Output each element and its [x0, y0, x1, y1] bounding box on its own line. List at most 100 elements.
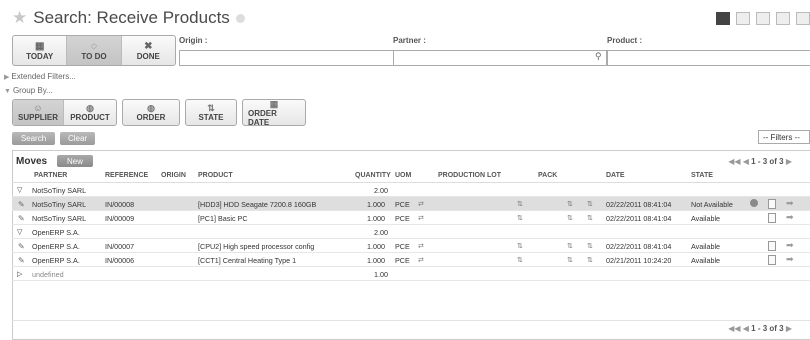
group-partner: undefined — [32, 270, 64, 279]
extended-filters-toggle[interactable]: ▶ Extended Filters... — [4, 72, 76, 81]
row-uom: PCE — [395, 256, 410, 265]
calendar-view-icon[interactable] — [776, 12, 790, 25]
pager-first-icon[interactable]: ◀◀ — [728, 157, 740, 166]
pack-split-icon[interactable]: ⇅ — [587, 200, 593, 208]
process-arrow-icon[interactable]: ➡ — [786, 254, 794, 265]
col-origin[interactable]: ORIGIN — [161, 172, 186, 179]
split-lot-icon[interactable]: ⇅ — [517, 256, 523, 264]
group-order-button[interactable]: ◍ ORDER — [123, 100, 179, 125]
uom-change-icon[interactable]: ⇄ — [418, 242, 424, 250]
group-partner: NotSoTiny SARL — [32, 186, 87, 195]
group-by-bar: ☺ SUPPLIER ◍ PRODUCT ◍ ORDER ⇅ STATE ▦ O… — [12, 99, 306, 126]
col-partner[interactable]: PARTNER — [34, 172, 67, 179]
filter-done-label: DONE — [136, 51, 160, 61]
clear-button[interactable]: Clear — [60, 132, 95, 145]
group-partner: OpenERP S.A. — [32, 228, 80, 237]
table-row[interactable]: ✎ NotSoTiny SARL IN/00008 [HDD3] HDD Sea… — [12, 197, 810, 211]
pack-icon[interactable]: ⇅ — [567, 200, 573, 208]
pager-bottom: ◀◀ ◀ 1 - 3 of 3 ▶ — [728, 324, 792, 333]
user-icon: ☺ — [33, 103, 43, 113]
row-state: Available — [691, 256, 721, 265]
row-state: Not Available — [691, 200, 733, 209]
pager-top: ◀◀ ◀ 1 - 3 of 3 ▶ — [728, 157, 792, 166]
document-icon[interactable] — [768, 213, 776, 225]
edit-icon[interactable]: ✎ — [18, 242, 25, 251]
process-arrow-icon[interactable]: ➡ — [786, 240, 794, 251]
calendar-icon: ▦ — [34, 40, 45, 52]
pager-first-icon[interactable]: ◀◀ — [728, 324, 740, 333]
edit-icon[interactable]: ✎ — [18, 256, 25, 265]
pager-prev-icon[interactable]: ◀ — [743, 157, 749, 166]
col-state[interactable]: STATE — [691, 172, 713, 179]
col-product[interactable]: PRODUCT — [198, 172, 233, 179]
col-pack[interactable]: PACK — [538, 172, 557, 179]
col-uom[interactable]: UOM — [395, 172, 411, 179]
edit-icon[interactable]: ✎ — [18, 214, 25, 223]
gantt-view-icon[interactable] — [796, 12, 810, 25]
col-reference[interactable]: REFERENCE — [105, 172, 148, 179]
split-lot-icon[interactable]: ⇅ — [517, 200, 523, 208]
page-title: ★ Search: Receive Products — [12, 8, 245, 28]
list-header: PARTNER REFERENCE ORIGIN PRODUCT QUANTIT… — [12, 171, 810, 183]
table-row[interactable]: ✎ NotSoTiny SARL IN/00009 [PC1] Basic PC… — [12, 211, 810, 225]
document-icon[interactable] — [768, 241, 776, 253]
partner-input[interactable] — [393, 50, 607, 66]
filter-done-button[interactable]: ✖ DONE — [122, 36, 175, 65]
process-arrow-icon[interactable]: ➡ — [786, 212, 794, 223]
filter-todo-label: TO DO — [81, 51, 107, 61]
document-icon[interactable] — [768, 199, 776, 211]
pack-split-icon[interactable]: ⇅ — [587, 256, 593, 264]
product-input[interactable] — [607, 50, 810, 66]
col-production-lot[interactable]: PRODUCTION LOT — [438, 172, 501, 179]
uom-change-icon[interactable]: ⇄ — [418, 214, 424, 222]
document-icon[interactable] — [768, 255, 776, 267]
filter-todo-button[interactable]: ◌ TO DO — [67, 36, 122, 65]
group-by-label: Group By... — [12, 86, 53, 95]
group-supplier-button[interactable]: ☺ SUPPLIER — [13, 100, 64, 125]
filter-today-button[interactable]: ▦ TODAY — [13, 36, 68, 65]
new-button[interactable]: New — [57, 155, 93, 167]
origin-input[interactable] — [179, 50, 394, 66]
pack-split-icon[interactable]: ⇅ — [587, 242, 593, 250]
pager-next-icon[interactable]: ▶ — [786, 324, 792, 333]
group-order-wrap: ◍ ORDER — [122, 99, 180, 126]
pack-icon[interactable]: ⇅ — [567, 242, 573, 250]
split-lot-icon[interactable]: ⇅ — [517, 214, 523, 222]
group-state-button[interactable]: ⇅ STATE — [186, 100, 236, 125]
col-quantity[interactable]: QUANTITY — [355, 172, 391, 179]
pack-icon[interactable]: ⇅ — [567, 256, 573, 264]
graph-view-icon[interactable] — [756, 12, 770, 25]
split-lot-icon[interactable]: ⇅ — [517, 242, 523, 250]
help-icon[interactable] — [235, 14, 245, 24]
calendar-icon: ▦ — [269, 99, 279, 109]
uom-change-icon[interactable]: ⇄ — [418, 256, 424, 264]
filters-select[interactable]: -- Filters -- — [758, 130, 810, 144]
group-row[interactable]: ▷ undefined 1.00 — [12, 267, 810, 281]
process-arrow-icon[interactable]: ➡ — [786, 198, 794, 209]
row-partner: NotSoTiny SARL — [32, 214, 87, 223]
group-order-date-button[interactable]: ▦ ORDER DATE — [243, 100, 305, 125]
expand-down-icon: ▼ — [4, 88, 11, 95]
search-icon[interactable]: ⚲ — [595, 51, 602, 62]
pager-next-icon[interactable]: ▶ — [786, 157, 792, 166]
collapse-icon: ▽ — [17, 229, 23, 236]
group-row[interactable]: ▽ NotSoTiny SARL 2.00 — [12, 183, 810, 197]
uom-change-icon[interactable]: ⇄ — [418, 200, 424, 208]
table-row[interactable]: ✎ OpenERP S.A. IN/00006 [CCT1] Central H… — [12, 253, 810, 267]
group-by-toggle[interactable]: ▼ Group By... — [4, 86, 53, 95]
row-uom: PCE — [395, 200, 410, 209]
list-footer-divider — [12, 320, 810, 321]
list-view-icon[interactable] — [716, 12, 730, 25]
pack-split-icon[interactable]: ⇅ — [587, 214, 593, 222]
form-view-icon[interactable] — [736, 12, 750, 25]
pager-prev-icon[interactable]: ◀ — [743, 324, 749, 333]
group-date-wrap: ▦ ORDER DATE — [242, 99, 306, 126]
search-button[interactable]: Search — [12, 132, 55, 145]
edit-icon[interactable]: ✎ — [18, 200, 25, 209]
pack-icon[interactable]: ⇅ — [567, 214, 573, 222]
group-product-button[interactable]: ◍ PRODUCT — [64, 100, 116, 125]
star-icon[interactable]: ★ — [12, 8, 27, 27]
table-row[interactable]: ✎ OpenERP S.A. IN/00007 [CPU2] High spee… — [12, 239, 810, 253]
group-row[interactable]: ▽ OpenERP S.A. 2.00 — [12, 225, 810, 239]
col-date[interactable]: DATE — [606, 172, 625, 179]
